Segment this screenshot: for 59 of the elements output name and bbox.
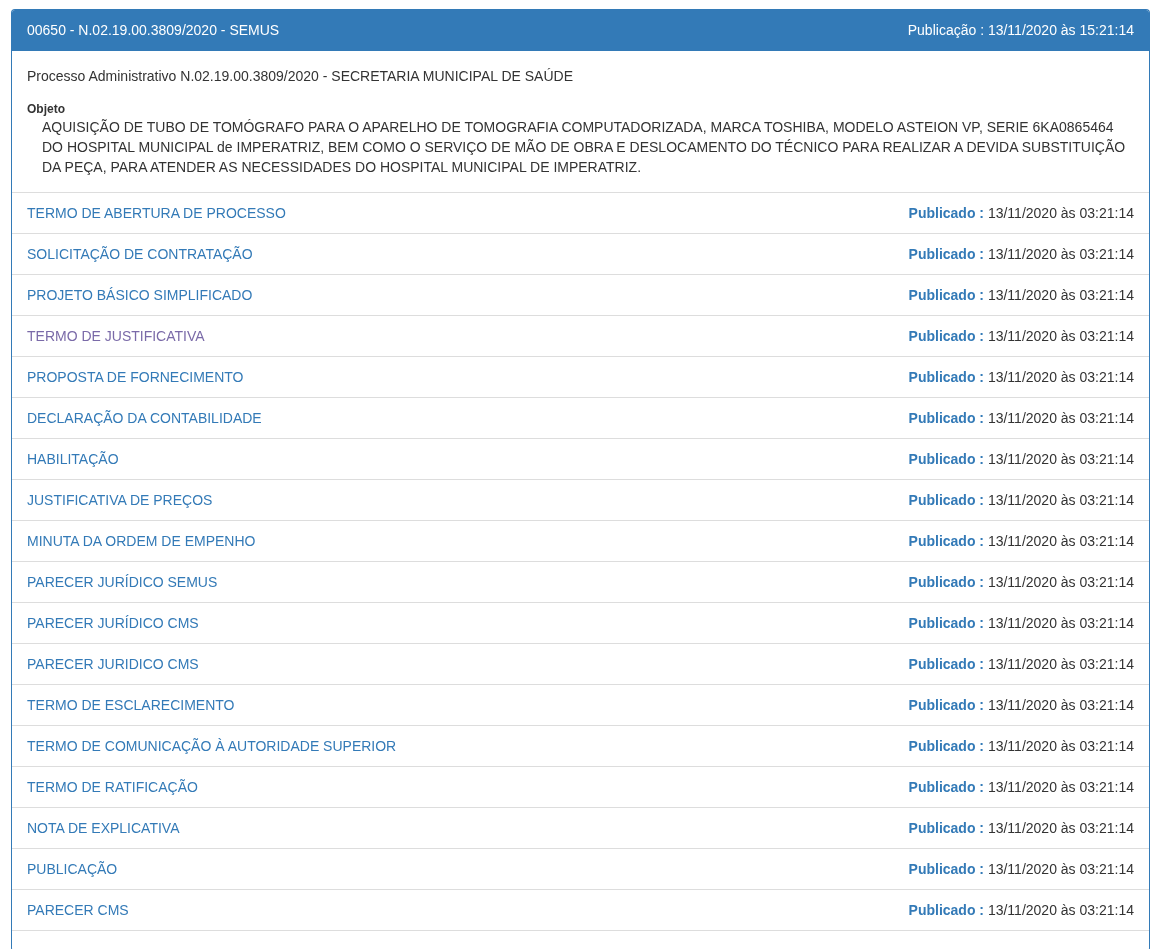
published-label: Publicado : — [908, 738, 984, 754]
published-label: Publicado : — [908, 533, 984, 549]
published-label: Publicado : — [908, 287, 984, 303]
object-description: AQUISIÇÃO DE TUBO DE TOMÓGRAFO PARA O APARELHO DE TOMOGRAFIA COMPUTADORIZADA, MARCA TOSHIBA, MODELO ASTEION VP, SERIE 6KA0865464 DO HOSPITAL MUNICIPAL de IMPERATRIZ, BEM COMO O SERVIÇO DE MÃO DE OBRA E DESLOCAMENTO DO TÉCNICO PARA REALIZAR A DEVIDA SUBSTITUIÇÃO DA PEÇA, PARA ATENDER AS NECESSIDADES DO HOSPITAL MUNICIPAL DE IMPERATRIZ. — [41, 118, 1127, 177]
document-link[interactable]: DECLARAÇÃO DA CONTABILIDADE — [27, 408, 262, 428]
publication-date: Publicação : 13/11/2020 às 15:21:14 — [907, 21, 1134, 40]
document-link[interactable]: PARECER JURÍDICO CMS — [27, 613, 199, 633]
published-date: 13/11/2020 às 03:21:14 — [987, 328, 1134, 344]
document-link[interactable]: PUBLICAÇÃO — [27, 859, 118, 879]
document-link[interactable]: TERMO DE ABERTURA DE PROCESSO — [27, 203, 286, 223]
document-link[interactable]: MINUTA DA ORDEM DE EMPENHO — [27, 531, 256, 551]
document-link[interactable]: TERMO DE ESCLARECIMENTO — [27, 695, 235, 715]
published-date: 13/11/2020 às 03:21:14 — [987, 492, 1134, 508]
published-date: 13/11/2020 às 03:21:14 — [987, 369, 1134, 385]
published-date: 13/11/2020 às 03:21:14 — [987, 451, 1134, 467]
published-date: 13/11/2020 às 03:21:14 — [987, 615, 1134, 631]
panel-title: 00650 - N.02.19.00.3809/2020 - SEMUS — [27, 21, 280, 40]
document-link[interactable]: TERMO DE JUSTIFICATIVA — [27, 326, 205, 346]
published-label: Publicado : — [908, 861, 984, 877]
published-date: 13/11/2020 às 03:21:14 — [987, 656, 1134, 672]
published-label: Publicado : — [908, 369, 984, 385]
published-label: Publicado : — [908, 492, 984, 508]
published-label: Publicado : — [908, 328, 984, 344]
document-link[interactable]: NOTA DE EXPLICATIVA — [27, 818, 180, 838]
published-label: Publicado : — [908, 246, 984, 262]
published-date: 13/11/2020 às 03:21:14 — [987, 246, 1134, 262]
published-label: Publicado : — [908, 205, 984, 221]
published-date: 13/11/2020 às 03:21:14 — [987, 697, 1134, 713]
document-link[interactable]: SOLICITAÇÃO DE CONTRATAÇÃO — [27, 244, 253, 264]
published-date: 13/11/2020 às 03:21:14 — [987, 738, 1134, 754]
published-date: 13/11/2020 às 03:21:14 — [987, 574, 1134, 590]
published-date: 13/11/2020 às 03:21:14 — [987, 533, 1134, 549]
published-date: 13/11/2020 às 03:21:14 — [987, 902, 1134, 918]
published-date: 13/11/2020 às 03:21:14 — [987, 820, 1134, 836]
published-label: Publicado : — [908, 615, 984, 631]
document-link[interactable]: PROJETO BÁSICO SIMPLIFICADO — [27, 285, 253, 305]
published-date: 13/11/2020 às 03:21:14 — [987, 410, 1134, 426]
document-link[interactable]: TERMO DE RATIFICAÇÃO — [27, 777, 198, 797]
published-label: Publicado : — [908, 697, 984, 713]
document-link[interactable]: PARECER CMS — [27, 900, 129, 920]
published-date: 13/11/2020 às 03:21:14 — [987, 287, 1134, 303]
published-label: Publicado : — [908, 656, 984, 672]
published-date: 13/11/2020 às 03:21:14 — [987, 779, 1134, 795]
published-date: 13/11/2020 às 03:21:14 — [987, 861, 1134, 877]
published-label: Publicado : — [908, 820, 984, 836]
document-link[interactable]: PARECER JURÍDICO SEMUS — [27, 572, 218, 592]
document-link[interactable]: JUSTIFICATIVA DE PREÇOS — [27, 490, 213, 510]
document-link[interactable]: PROPOSTA DE FORNECIMENTO — [27, 367, 244, 387]
published-label: Publicado : — [908, 902, 984, 918]
published-label: Publicado : — [908, 574, 984, 590]
published-date: 13/11/2020 às 03:21:14 — [987, 205, 1134, 221]
process-title: Processo Administrativo N.02.19.00.3809/2020 - SECRETARIA MUNICIPAL DE SAÚDE — [27, 67, 574, 86]
document-link[interactable]: TERMO DE COMUNICAÇÃO À AUTORIDADE SUPERIOR — [27, 736, 397, 756]
document-link[interactable]: PARECER JURIDICO CMS — [27, 654, 199, 674]
document-link[interactable]: HABILITAÇÃO — [27, 449, 119, 469]
published-label: Publicado : — [908, 451, 984, 467]
published-label: Publicado : — [908, 779, 984, 795]
object-label: Objeto — [27, 101, 66, 117]
published-label: Publicado : — [908, 410, 984, 426]
